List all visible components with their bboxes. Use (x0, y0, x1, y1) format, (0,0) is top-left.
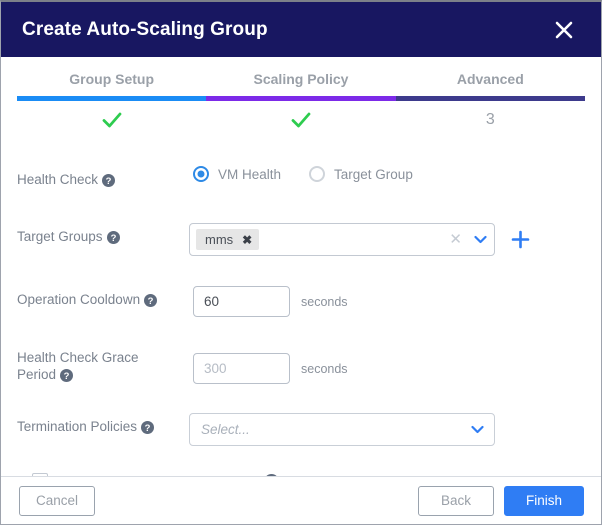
step-status-check-icon (101, 106, 123, 134)
termination-policies-select[interactable]: Select... (189, 413, 495, 446)
chevron-down-icon[interactable] (471, 425, 484, 434)
create-auto-scaling-group-dialog: Create Auto-Scaling Group Group Setup Sc… (0, 0, 602, 525)
operation-cooldown-control: 60 seconds (169, 286, 585, 317)
step-label: Advanced (456, 71, 524, 87)
health-check-label: Health Check? (17, 166, 169, 188)
help-circle-icon[interactable]: ? (141, 421, 155, 434)
operation-cooldown-label: Operation Cooldown? (17, 286, 169, 308)
dialog-footer: Cancel Back Finish (1, 476, 601, 524)
radio-vm-health[interactable]: VM Health (193, 166, 281, 182)
select-placeholder: Select... (201, 422, 250, 437)
radio-label: VM Health (218, 166, 282, 182)
finish-button[interactable]: Finish (504, 485, 584, 516)
help-circle-icon[interactable]: ? (60, 369, 74, 382)
svg-text:?: ? (64, 371, 70, 382)
health-check-grace-period-control: 300 seconds (169, 344, 585, 384)
radio-indicator (193, 166, 209, 182)
label-text-line1: Health Check Grace (17, 350, 139, 365)
row-health-check-grace-period: Health Check Grace Period? 300 seconds (17, 344, 585, 384)
add-target-group-button[interactable] (511, 230, 530, 249)
chip-label: mms (205, 232, 234, 247)
help-circle-icon[interactable]: ? (102, 174, 116, 187)
chip-remove-icon[interactable]: ✖ (242, 234, 252, 246)
target-groups-multiselect[interactable]: mms ✖ ✕ (189, 223, 495, 256)
termination-policies-control: Select... (169, 413, 585, 446)
health-check-grace-period-label: Health Check Grace Period? (17, 344, 169, 383)
step-status-check-icon (290, 106, 312, 134)
svg-text:?: ? (145, 423, 151, 434)
dialog-titlebar: Create Auto-Scaling Group (1, 2, 601, 57)
label-text: Health Check (17, 172, 99, 187)
clear-icon[interactable]: ✕ (449, 232, 462, 247)
wizard-stepper: Group Setup Scaling Policy Advanced 3 (1, 57, 601, 134)
target-group-chip[interactable]: mms ✖ (196, 229, 260, 250)
termination-policies-label: Termination Policies? (17, 413, 169, 435)
back-button[interactable]: Back (418, 485, 494, 516)
step-label: Group Setup (69, 71, 155, 87)
dialog-body: Health Check? VM Health Target Group Tar… (1, 134, 601, 476)
footer-actions: Back Finish (418, 485, 584, 516)
label-text: Operation Cooldown (17, 292, 141, 307)
label-text-line2: Period (17, 367, 57, 382)
step-scaling-policy[interactable]: Scaling Policy (206, 71, 396, 134)
health-check-options: VM Health Target Group (169, 166, 585, 182)
label-text: Termination Policies (17, 419, 138, 434)
target-groups-label: Target Groups? (17, 223, 169, 245)
svg-text:?: ? (148, 296, 154, 307)
step-progress-bar (17, 96, 207, 101)
help-circle-icon[interactable]: ? (144, 294, 158, 307)
row-operation-cooldown: Operation Cooldown? 60 seconds (17, 286, 585, 317)
input-value: 60 (204, 294, 220, 309)
radio-indicator (309, 166, 326, 182)
dialog-title: Create Auto-Scaling Group (22, 18, 268, 40)
label-text: Target Groups (17, 229, 103, 244)
step-label: Scaling Policy (253, 71, 349, 87)
radio-label: Target Group (334, 166, 413, 182)
operation-cooldown-input[interactable]: 60 (193, 286, 290, 317)
step-group-setup[interactable]: Group Setup (17, 71, 207, 134)
health-check-grace-period-unit: seconds (301, 361, 348, 376)
close-icon[interactable] (549, 15, 579, 45)
chevron-down-icon[interactable] (474, 235, 487, 244)
step-advanced[interactable]: Advanced 3 (395, 71, 585, 134)
step-number: 3 (485, 111, 495, 128)
svg-text:?: ? (110, 233, 116, 244)
step-progress-bar (395, 96, 585, 101)
row-target-groups: Target Groups? mms ✖ ✕ (17, 223, 585, 256)
target-groups-control: mms ✖ ✕ (169, 223, 585, 256)
health-check-grace-period-input[interactable]: 300 (193, 353, 290, 384)
operation-cooldown-unit: seconds (301, 294, 348, 309)
cancel-button[interactable]: Cancel (19, 485, 95, 516)
input-placeholder: 300 (204, 361, 227, 376)
radio-target-group[interactable]: Target Group (309, 166, 413, 182)
row-health-check: Health Check? VM Health Target Group (17, 166, 585, 196)
svg-text:?: ? (106, 176, 112, 187)
help-circle-icon[interactable]: ? (106, 231, 120, 244)
row-termination-policies: Termination Policies? Select... (17, 413, 585, 446)
step-progress-bar (206, 96, 396, 101)
